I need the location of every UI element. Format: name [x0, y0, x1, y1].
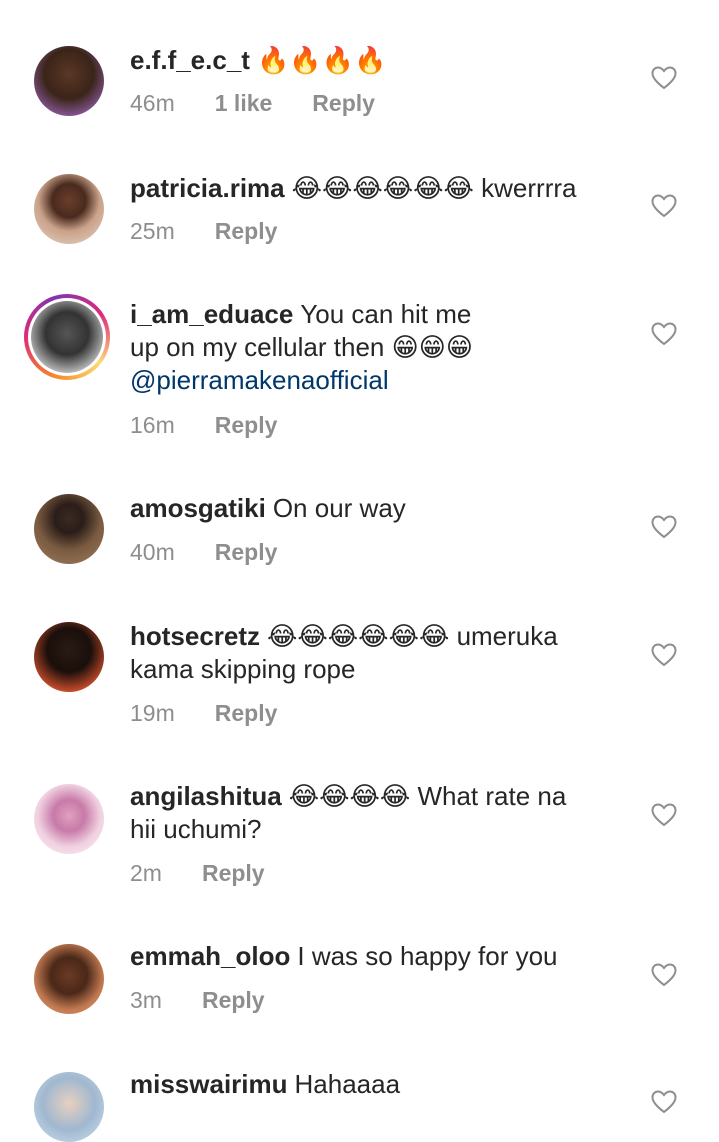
likes-count[interactable]: 1 like — [215, 90, 273, 117]
comment-body: amosgatiki On our way — [130, 492, 620, 525]
comment-meta: 46m 1 like Reply — [130, 90, 375, 117]
like-heart-icon[interactable] — [651, 803, 677, 827]
comment-meta: 19m Reply — [130, 700, 277, 727]
comment-body: e.f.f_e.c_t 🔥🔥🔥🔥 — [130, 44, 620, 77]
username[interactable]: e.f.f_e.c_t — [130, 45, 250, 75]
reply-button[interactable]: Reply — [312, 90, 375, 117]
reply-button[interactable]: Reply — [215, 412, 278, 439]
like-heart-icon[interactable] — [651, 322, 677, 346]
comment-body: emmah_oloo I was so happy for you — [130, 940, 620, 973]
comment-body: angilashitua 😂😂😂😂 What rate na hii uchumi… — [130, 780, 620, 846]
comment-text: kama skipping rope — [130, 654, 356, 684]
avatar[interactable] — [34, 174, 104, 244]
comment-text: hii uchumi? — [130, 814, 262, 844]
comment-text: up on my cellular then — [130, 332, 385, 362]
emoji-text: 🔥🔥🔥🔥 — [256, 45, 387, 75]
emoji-text: 😂😂😂😂 — [288, 781, 411, 811]
like-heart-icon[interactable] — [651, 515, 677, 539]
comment-text: On our way — [272, 493, 406, 523]
reply-button[interactable]: Reply — [202, 987, 265, 1014]
comment-text: What rate na — [417, 781, 567, 811]
username[interactable]: angilashitua — [130, 781, 282, 811]
username[interactable]: misswairimu — [130, 1069, 288, 1099]
comment-text: kwerrrra — [481, 173, 577, 203]
like-heart-icon[interactable] — [651, 194, 677, 218]
username[interactable]: hotsecretz — [130, 621, 260, 651]
avatar[interactable] — [34, 494, 104, 564]
comment-age: 40m — [130, 539, 175, 565]
comment-age: 3m — [130, 987, 162, 1013]
emoji-text: 😂😂😂😂😂😂 — [291, 173, 474, 203]
comment-body: patricia.rima 😂😂😂😂😂😂 kwerrrra — [130, 172, 620, 205]
like-heart-icon[interactable] — [651, 643, 677, 667]
comment-age: 16m — [130, 412, 175, 438]
comment-text: You can hit me — [300, 299, 472, 329]
comment-body: hotsecretz 😂😂😂😂😂😂 umeruka kama skipping r… — [130, 620, 620, 686]
comment-age: 46m — [130, 90, 175, 116]
username[interactable]: patricia.rima — [130, 173, 285, 203]
reply-button[interactable]: Reply — [202, 860, 265, 887]
reply-button[interactable]: Reply — [215, 539, 278, 566]
comment-meta: 3m Reply — [130, 987, 265, 1014]
avatar[interactable] — [34, 944, 104, 1014]
username[interactable]: i_am_eduace — [130, 299, 293, 329]
avatar[interactable] — [34, 784, 104, 854]
comment-age: 19m — [130, 700, 175, 726]
username[interactable]: emmah_oloo — [130, 941, 290, 971]
comment-age: 2m — [130, 860, 162, 886]
reply-button[interactable]: Reply — [215, 218, 278, 245]
comment-body: misswairimu Hahaaaa — [130, 1068, 620, 1101]
username[interactable]: amosgatiki — [130, 493, 266, 523]
comment-text: I was so happy for you — [297, 941, 558, 971]
comment-meta: 25m Reply — [130, 218, 277, 245]
like-heart-icon[interactable] — [651, 963, 677, 987]
mention-link[interactable]: @pierramakenaofficial — [130, 365, 389, 395]
reply-button[interactable]: Reply — [215, 700, 278, 727]
avatar-with-story-ring[interactable] — [24, 294, 110, 380]
avatar[interactable] — [34, 46, 104, 116]
comment-text: umeruka — [456, 621, 558, 651]
emoji-text: 😂😂😂😂😂😂 — [267, 621, 450, 651]
like-heart-icon[interactable] — [651, 66, 677, 90]
like-heart-icon[interactable] — [651, 1090, 677, 1114]
emoji-text: 😁😁😁 — [391, 332, 473, 362]
comment-meta: 2m Reply — [130, 860, 265, 887]
comment-body: i_am_eduace You can hit me up on my cellu… — [130, 298, 620, 397]
avatar[interactable] — [34, 1072, 104, 1142]
comment-meta: 16m Reply — [130, 412, 277, 439]
comment-text: Hahaaaa — [294, 1069, 401, 1099]
comment-meta: 40m Reply — [130, 539, 277, 566]
avatar[interactable] — [34, 622, 104, 692]
comment-age: 25m — [130, 218, 175, 244]
